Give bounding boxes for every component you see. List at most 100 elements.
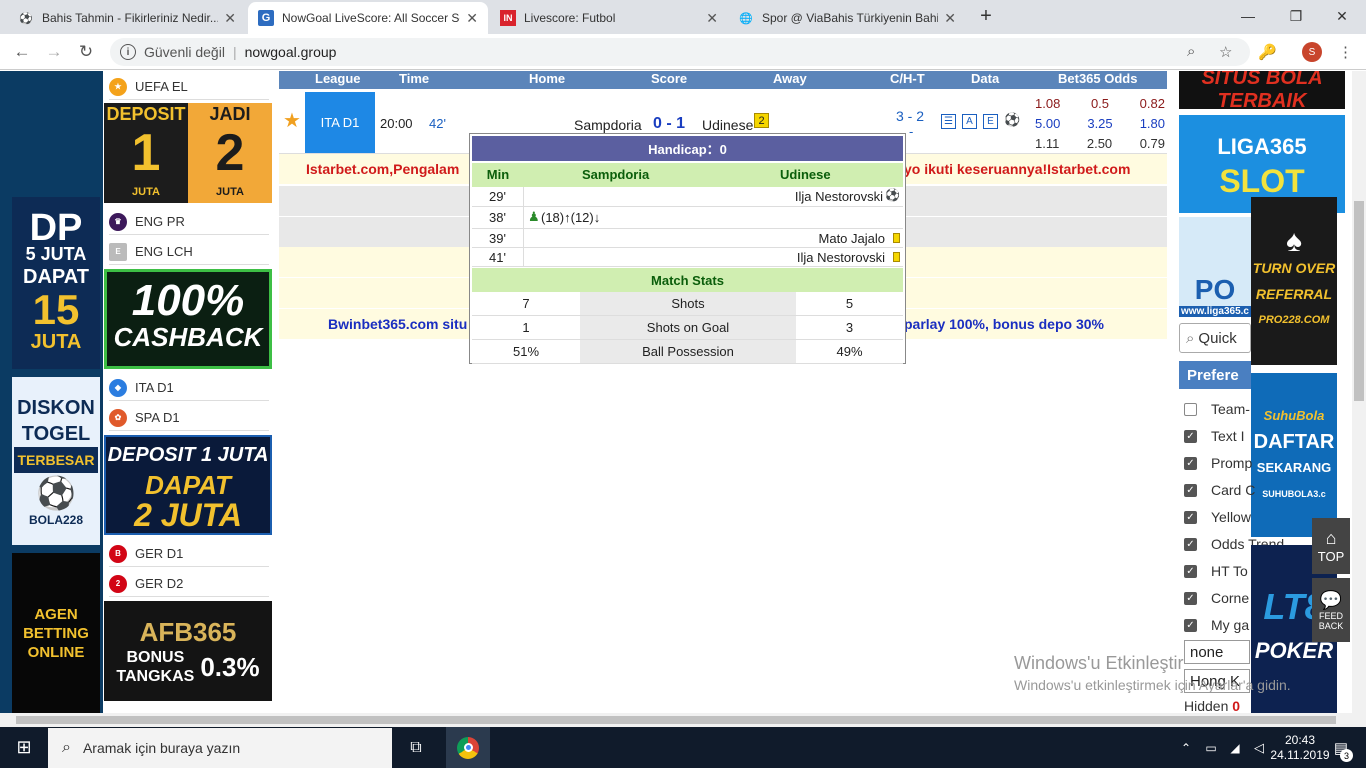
col-header[interactable]: Home <box>529 71 565 86</box>
corners-score[interactable]: 3 - 2 <box>896 108 924 124</box>
bookmark-star-icon[interactable]: ☆ <box>1219 43 1232 61</box>
quick-search-input[interactable]: ⌕ Quick <box>1179 323 1251 353</box>
feedback-button[interactable]: 💬 FEED BACK <box>1312 578 1350 642</box>
battery-icon[interactable]: ▭ <box>1200 727 1222 768</box>
zoom-icon[interactable]: ⌕ <box>1187 43 1195 60</box>
away-team[interactable]: Udinese <box>702 117 753 133</box>
col-header[interactable]: Away <box>773 71 807 86</box>
favorite-star-icon[interactable]: ★ <box>283 108 301 133</box>
euro-odds-link[interactable]: E <box>983 114 998 129</box>
banner-situs-bola[interactable]: SITUS BOLA TERBAIK <box>1179 71 1345 109</box>
banner-deposit-jadi[interactable]: DEPOSIT 1 JUTA JADI 2 JUTA <box>104 103 272 203</box>
pref-item[interactable]: ✓ Corne <box>1184 588 1249 608</box>
sidebar-league-ger-d1[interactable]: B GER D1 <box>109 541 269 567</box>
analysis-icon[interactable]: ☰ <box>941 114 956 129</box>
sidebar-league-eng-pr[interactable]: ♛ ENG PR <box>109 209 269 235</box>
tray-chevron-icon[interactable]: ⌃ <box>1176 727 1196 768</box>
browser-tab[interactable]: 🌐 Spor @ ViaBahis Türkiyenin Bahis ✕ <box>728 2 966 34</box>
network-icon[interactable]: ◢ <box>1224 727 1246 768</box>
menu-dots-icon[interactable]: ⋮ <box>1338 43 1353 61</box>
checkbox-checked[interactable]: ✓ <box>1184 537 1197 551</box>
col-header[interactable]: Bet365 Odds <box>1058 71 1137 86</box>
sidebar-league-uefa-el[interactable]: ★ UEFA EL <box>109 74 269 100</box>
close-icon[interactable]: ✕ <box>944 10 956 27</box>
home-team[interactable]: Sampdoria <box>574 117 642 133</box>
reload-icon[interactable]: ↻ <box>74 40 98 64</box>
pref-item[interactable]: ✓ Yellow <box>1184 507 1251 527</box>
volume-icon[interactable]: ◁ <box>1248 727 1270 768</box>
pref-item[interactable]: ✓ Text I <box>1184 426 1244 446</box>
banner-agen-betting[interactable]: AGEN BETTING ONLINE <box>12 553 100 713</box>
close-window-icon[interactable]: ✕ <box>1322 4 1362 28</box>
banner-liga365-poker[interactable]: PO www.liga365.c <box>1179 217 1251 317</box>
checkbox-checked[interactable]: ✓ <box>1184 483 1197 497</box>
minimize-icon[interactable]: — <box>1228 4 1268 28</box>
checkbox-checked[interactable]: ✓ <box>1184 591 1197 605</box>
banner-afb365[interactable]: AFB365 BONUS TANGKAS 0.3% <box>104 601 272 701</box>
chrome-taskbar-button[interactable] <box>446 727 490 768</box>
pref-item[interactable]: Team- <box>1184 399 1250 419</box>
checkbox-checked[interactable]: ✓ <box>1184 510 1197 524</box>
sidebar-league-ita-d1[interactable]: ◆ ITA D1 <box>109 375 269 401</box>
banner-dp-15-juta[interactable]: DP 5 JUTA DAPAT 15 JUTA <box>12 197 100 369</box>
col-header[interactable]: Score <box>651 71 687 86</box>
back-to-top-button[interactable]: ⌂ TOP <box>1312 518 1350 574</box>
sidebar-league-ger-d2[interactable]: 2 GER D2 <box>109 571 269 597</box>
sidebar-league-spa-d1[interactable]: ✿ SPA D1 <box>109 405 269 431</box>
clock[interactable]: 20:43 24.11.2019 <box>1270 727 1330 768</box>
col-header[interactable]: C/H-T <box>890 71 925 86</box>
notification-icon[interactable]: ▤ 3 <box>1326 727 1356 768</box>
checkbox-checked[interactable]: ✓ <box>1184 456 1197 470</box>
event-player: (18)↑(12)↓ <box>541 210 601 225</box>
extension-key-icon[interactable]: 🔑 <box>1258 43 1277 61</box>
taskbar-search[interactable]: ⌕ Aramak için buraya yazın <box>48 728 392 768</box>
checkbox-checked[interactable]: ✓ <box>1184 429 1197 443</box>
new-tab-button[interactable]: + <box>966 4 1006 28</box>
scrollbar-thumb[interactable] <box>16 716 1336 724</box>
checkbox-unchecked[interactable] <box>1184 402 1197 416</box>
close-icon[interactable]: ✕ <box>706 10 718 27</box>
info-icon[interactable]: i <box>120 44 136 60</box>
league-label: UEFA EL <box>135 79 188 94</box>
col-header[interactable]: Time <box>399 71 429 86</box>
col-header[interactable]: Data <box>971 71 999 86</box>
browser-tab[interactable]: ⚽ Bahis Tahmin - Fikirleriniz Nedir... ✕ <box>8 2 246 34</box>
live-soccer-icon[interactable]: ⚽ <box>1004 112 1020 128</box>
col-header[interactable]: League <box>315 71 361 86</box>
pref-item[interactable]: ✓ Card C <box>1184 480 1255 500</box>
forward-icon[interactable]: → <box>42 40 66 64</box>
checkbox-checked[interactable]: ✓ <box>1184 618 1197 632</box>
close-icon[interactable]: ✕ <box>466 10 478 27</box>
banner-deposit-dapat[interactable]: DEPOSIT 1 JUTA DAPAT 2 JUTA <box>104 435 272 535</box>
pref-item[interactable]: ✓ Promp <box>1184 453 1252 473</box>
close-icon[interactable]: ✕ <box>224 10 236 27</box>
restore-icon[interactable]: ❐ <box>1276 4 1316 28</box>
banner-text: DEPOSIT 1 JUTA <box>107 444 269 466</box>
banner-text: 1 <box>131 124 161 182</box>
browser-tab-active[interactable]: G NowGoal LiveScore: All Soccer Sc ✕ <box>248 2 488 34</box>
banner-text: 15 <box>32 285 80 333</box>
sidebar-league-eng-lch[interactable]: E ENG LCH <box>109 239 269 265</box>
scrollbar-thumb[interactable] <box>1354 201 1364 401</box>
league-label: ITA D1 <box>135 380 174 395</box>
windows-start-icon[interactable]: ⊞ <box>0 727 48 768</box>
match-score[interactable]: 0 - 1 <box>653 115 685 133</box>
asian-odds-link[interactable]: A <box>962 114 977 129</box>
horizontal-scrollbar[interactable] <box>0 713 1366 727</box>
banner-diskon-togel[interactable]: DISKON TOGEL TERBESAR ⚽ BOLA228 <box>12 377 100 545</box>
banner-pro228[interactable]: ♠ TURN OVER REFERRAL PRO228.COM <box>1251 197 1337 365</box>
browser-tab[interactable]: IN Livescore: Futbol ✕ <box>490 2 728 34</box>
pref-item[interactable]: ✓ HT To <box>1184 561 1248 581</box>
vertical-scrollbar[interactable] <box>1352 71 1366 713</box>
banner-text: DAPAT <box>145 470 231 500</box>
league-badge[interactable]: ITA D1 <box>305 92 375 153</box>
odds-block[interactable]: 1.08 0.5 0.82 5.00 3.25 1.80 1.11 2.50 0… <box>1035 94 1165 154</box>
task-view-icon[interactable]: ⧉ <box>396 727 436 768</box>
banner-cashback[interactable]: 100% CASHBACK <box>104 269 272 369</box>
checkbox-checked[interactable]: ✓ <box>1184 564 1197 578</box>
banner-suhubola[interactable]: SuhuBola DAFTAR SEKARANG SUHUBOLA3.c <box>1251 373 1337 537</box>
avatar[interactable]: S <box>1302 42 1322 62</box>
pref-item[interactable]: ✓ My ga <box>1184 615 1249 635</box>
omnibox[interactable]: i Güvenli değil | nowgoal.group <box>110 38 1250 66</box>
back-icon[interactable]: ← <box>10 40 34 64</box>
